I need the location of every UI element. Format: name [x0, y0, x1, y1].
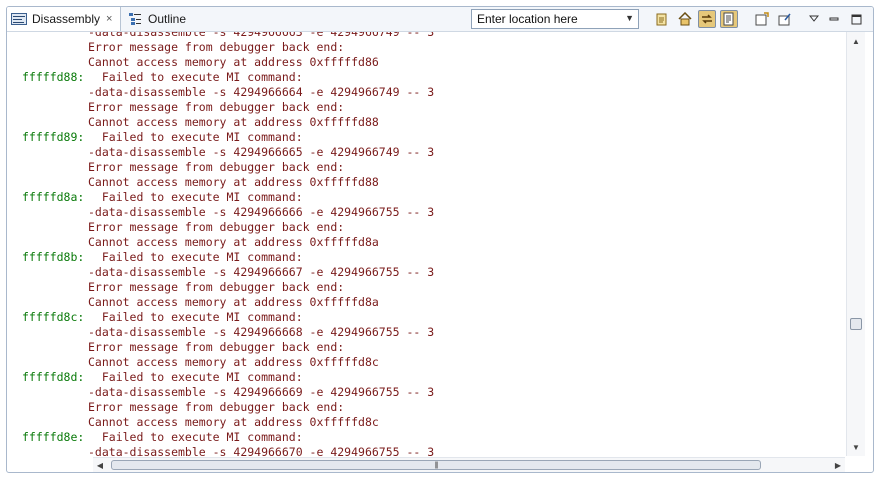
- disassembly-line: -data-disassemble -s 4294966666 -e 42949…: [8, 205, 838, 220]
- disassembly-line: Error message from debugger back end:: [8, 160, 838, 175]
- disassembly-line: -data-disassemble -s 4294966669 -e 42949…: [8, 385, 838, 400]
- disassembly-line: Cannot access memory at address 0xfffffd…: [8, 355, 838, 370]
- line-text: Failed to execute MI command:: [88, 130, 303, 144]
- tab-disassembly[interactable]: Disassembly ×: [7, 7, 121, 31]
- disassembly-line: Error message from debugger back end:: [8, 40, 838, 55]
- line-text: Error message from debugger back end:: [88, 100, 345, 114]
- disassembly-content[interactable]: -data-disassemble -s 4294966663 -e 42949…: [8, 32, 844, 456]
- line-text: Failed to execute MI command:: [88, 310, 303, 324]
- refresh-icon[interactable]: [653, 10, 671, 28]
- line-text: Error message from debugger back end:: [88, 160, 345, 174]
- line-text: Error message from debugger back end:: [88, 220, 345, 234]
- minimize-icon[interactable]: [825, 10, 843, 28]
- line-text: Failed to execute MI command:: [88, 250, 303, 264]
- disassembly-line: fffffd8c: Failed to execute MI command:: [8, 310, 838, 325]
- horizontal-scroll-thumb[interactable]: |||: [111, 460, 761, 470]
- view-tab-bar: Disassembly × Outline Enter location her…: [7, 7, 873, 32]
- pin-icon[interactable]: [776, 10, 794, 28]
- disassembly-line: fffffd8e: Failed to execute MI command:: [8, 430, 838, 445]
- disassembly-line: Error message from debugger back end:: [8, 340, 838, 355]
- view-menu-icon[interactable]: [805, 10, 823, 28]
- horizontal-scrollbar[interactable]: ◀ ||| ▶: [93, 457, 845, 472]
- disassembly-line: Cannot access memory at address 0xfffffd…: [8, 415, 838, 430]
- scroll-left-icon[interactable]: ◀: [93, 458, 107, 472]
- line-text: Cannot access memory at address 0xfffffd…: [88, 355, 379, 369]
- chevron-down-icon[interactable]: ▼: [625, 13, 634, 23]
- line-address: fffffd8c:: [22, 310, 85, 324]
- line-text: -data-disassemble -s 4294966668 -e 42949…: [88, 325, 435, 339]
- new-view-icon[interactable]: [753, 10, 771, 28]
- disassembly-line: fffffd88: Failed to execute MI command:: [8, 70, 838, 85]
- home-icon[interactable]: [676, 10, 694, 28]
- line-text: Failed to execute MI command:: [88, 190, 303, 204]
- line-address: fffffd8e:: [22, 430, 85, 444]
- tab-outline-label: Outline: [148, 12, 187, 26]
- line-text: Error message from debugger back end:: [88, 40, 345, 54]
- outline-icon: [127, 12, 143, 26]
- disassembly-line: fffffd8b: Failed to execute MI command:: [8, 250, 838, 265]
- disassembly-line: Cannot access memory at address 0xfffffd…: [8, 55, 838, 70]
- maximize-icon[interactable]: [847, 10, 865, 28]
- line-text: -data-disassemble -s 4294966667 -e 42949…: [88, 265, 435, 279]
- line-text: Failed to execute MI command:: [88, 70, 303, 84]
- line-text: Error message from debugger back end:: [88, 400, 345, 414]
- line-text: Failed to execute MI command:: [88, 430, 303, 444]
- line-text: Cannot access memory at address 0xfffffd…: [88, 235, 379, 249]
- line-text: -data-disassemble -s 4294966666 -e 42949…: [88, 205, 435, 219]
- disassembly-line: Error message from debugger back end:: [8, 280, 838, 295]
- line-text: -data-disassemble -s 4294966670 -e 42949…: [88, 445, 435, 456]
- vertical-scrollbar[interactable]: ▲ ▼: [846, 32, 865, 456]
- vertical-scroll-thumb[interactable]: [850, 318, 862, 330]
- line-address: fffffd8a:: [22, 190, 85, 204]
- disassembly-line: Error message from debugger back end:: [8, 220, 838, 235]
- disassembly-icon: [11, 12, 27, 26]
- disassembly-line: Error message from debugger back end:: [8, 100, 838, 115]
- scroll-grip-icon: |||: [434, 461, 439, 469]
- line-text: Cannot access memory at address 0xfffffd…: [88, 55, 379, 69]
- line-text: -data-disassemble -s 4294966665 -e 42949…: [88, 145, 435, 159]
- disassembly-view: Disassembly × Outline Enter location her…: [6, 6, 874, 473]
- location-placeholder: Enter location here: [477, 12, 578, 26]
- disassembly-line: -data-disassemble -s 4294966670 -e 42949…: [8, 445, 838, 456]
- disassembly-line: Cannot access memory at address 0xfffffd…: [8, 235, 838, 250]
- line-text: Error message from debugger back end:: [88, 340, 345, 354]
- tab-disassembly-label: Disassembly: [32, 12, 101, 26]
- disassembly-line: Cannot access memory at address 0xfffffd…: [8, 175, 838, 190]
- line-text: -data-disassemble -s 4294966669 -e 42949…: [88, 385, 435, 399]
- disassembly-line: fffffd8d: Failed to execute MI command:: [8, 370, 838, 385]
- disassembly-line: fffffd8a: Failed to execute MI command:: [8, 190, 838, 205]
- line-text: Failed to execute MI command:: [88, 370, 303, 384]
- disassembly-line: -data-disassemble -s 4294966668 -e 42949…: [8, 325, 838, 340]
- line-text: Cannot access memory at address 0xfffffd…: [88, 115, 379, 129]
- scroll-right-icon[interactable]: ▶: [831, 458, 845, 472]
- disassembly-line: Cannot access memory at address 0xfffffd…: [8, 295, 838, 310]
- tab-outline[interactable]: Outline: [123, 7, 213, 31]
- disassembly-line: -data-disassemble -s 4294966665 -e 42949…: [8, 145, 838, 160]
- line-address: fffffd88:: [22, 70, 85, 84]
- disassembly-line: Error message from debugger back end:: [8, 400, 838, 415]
- show-source-icon[interactable]: [720, 10, 738, 28]
- line-text: -data-disassemble -s 4294966664 -e 42949…: [88, 85, 435, 99]
- line-text: Error message from debugger back end:: [88, 280, 345, 294]
- link-with-editor-icon[interactable]: [698, 10, 716, 28]
- line-address: fffffd8b:: [22, 250, 85, 264]
- close-icon[interactable]: ×: [106, 13, 112, 25]
- disassembly-line: -data-disassemble -s 4294966663 -e 42949…: [8, 32, 838, 40]
- disassembly-line: -data-disassemble -s 4294966664 -e 42949…: [8, 85, 838, 100]
- line-address: fffffd8d:: [22, 370, 85, 384]
- scroll-down-icon[interactable]: ▼: [847, 440, 865, 454]
- line-text: Cannot access memory at address 0xfffffd…: [88, 415, 379, 429]
- line-address: fffffd89:: [22, 130, 85, 144]
- line-text: Cannot access memory at address 0xfffffd…: [88, 295, 379, 309]
- disassembly-line: -data-disassemble -s 4294966667 -e 42949…: [8, 265, 838, 280]
- disassembly-line: Cannot access memory at address 0xfffffd…: [8, 115, 838, 130]
- line-text: -data-disassemble -s 4294966663 -e 42949…: [88, 32, 435, 39]
- disassembly-lines: -data-disassemble -s 4294966663 -e 42949…: [8, 32, 838, 456]
- line-text: Cannot access memory at address 0xfffffd…: [88, 175, 379, 189]
- disassembly-line: fffffd89: Failed to execute MI command:: [8, 130, 838, 145]
- location-input[interactable]: Enter location here ▼: [471, 9, 639, 29]
- scroll-up-icon[interactable]: ▲: [847, 34, 865, 48]
